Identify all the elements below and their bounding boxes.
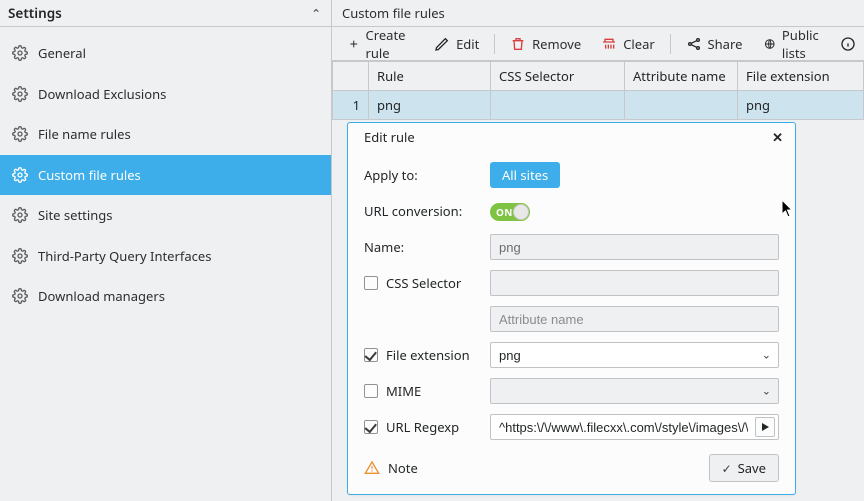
file-extension-select[interactable] (490, 342, 779, 368)
url-conversion-label: URL conversion: (364, 202, 490, 220)
gear-icon (12, 248, 28, 264)
share-button[interactable]: Share (678, 32, 751, 56)
gear-icon (12, 288, 28, 304)
sidebar-item-download-managers[interactable]: Download managers (0, 276, 331, 317)
css-selector-input[interactable] (490, 270, 779, 296)
gear-icon (12, 207, 28, 223)
file-extension-label: File extension (386, 346, 470, 364)
warning-icon (364, 460, 380, 476)
globe-icon (764, 36, 776, 52)
mime-label: MIME (386, 382, 421, 400)
trash-icon (510, 36, 526, 52)
pencil-icon (434, 36, 450, 52)
mime-select[interactable] (490, 378, 779, 404)
col-rule[interactable]: Rule (369, 62, 491, 91)
sidebar-item-label: Download Exclusions (38, 85, 166, 103)
edit-rule-dialog: Edit rule ✕ Apply to: All sites URL conv… (347, 122, 796, 495)
table-corner (333, 62, 369, 91)
toolbar-label: Clear (623, 35, 655, 53)
plus-icon (348, 36, 360, 52)
toolbar-separator (670, 34, 671, 54)
public-lists-button[interactable]: Public lists (756, 23, 836, 65)
toolbar-label: Public lists (782, 26, 828, 62)
gear-icon (12, 86, 28, 102)
collapse-sidebar-icon[interactable]: ⌄ (311, 5, 321, 22)
col-css[interactable]: CSS Selector (491, 62, 625, 91)
cell-attr[interactable] (625, 91, 738, 120)
toolbar-label: Edit (456, 35, 479, 53)
sidebar-title: Settings (8, 4, 62, 22)
gear-icon (12, 45, 28, 61)
sidebar-header: Settings ⌄ (0, 0, 331, 27)
note-area[interactable]: Note (364, 459, 418, 477)
file-extension-checkbox[interactable] (364, 348, 378, 362)
play-icon (760, 422, 770, 432)
regexp-test-button[interactable] (755, 417, 775, 437)
url-regexp-checkbox[interactable] (364, 420, 378, 434)
gear-icon (12, 126, 28, 142)
cell-ext[interactable]: png (738, 91, 864, 120)
css-selector-checkbox[interactable] (364, 276, 378, 290)
dialog-title: Edit rule (364, 128, 415, 146)
edit-button[interactable]: Edit (426, 32, 487, 56)
info-icon (840, 36, 856, 52)
sidebar-item-label: Third-Party Query Interfaces (38, 247, 211, 265)
name-input[interactable] (490, 234, 779, 260)
sidebar-item-site-settings[interactable]: Site settings (0, 195, 331, 236)
mime-checkbox[interactable] (364, 384, 378, 398)
sidebar-item-file-name-rules[interactable]: File name rules (0, 114, 331, 155)
row-number: 1 (333, 91, 369, 120)
sidebar-item-label: Site settings (38, 206, 112, 224)
check-icon: ✓ (722, 460, 732, 477)
url-conversion-toggle[interactable]: ON (490, 203, 530, 221)
col-attr[interactable]: Attribute name (625, 62, 738, 91)
info-button[interactable] (840, 36, 856, 52)
cell-rule[interactable]: png (369, 91, 491, 120)
gear-icon (12, 167, 28, 183)
note-label: Note (388, 459, 418, 477)
attribute-name-input[interactable] (490, 306, 779, 332)
rules-table: Rule CSS Selector Attribute name File ex… (332, 61, 864, 120)
sidebar-item-label: File name rules (38, 125, 131, 143)
close-icon[interactable]: ✕ (770, 128, 785, 146)
sidebar-item-label: Download managers (38, 287, 165, 305)
sidebar-item-label: General (38, 44, 86, 62)
share-icon (686, 36, 702, 52)
toolbar-label: Remove (532, 35, 581, 53)
sidebar-item-label: Custom file rules (38, 166, 141, 184)
css-selector-label: CSS Selector (386, 274, 461, 292)
save-button[interactable]: ✓ Save (709, 454, 779, 482)
sidebar-item-custom-file-rules[interactable]: Custom file rules (0, 155, 331, 196)
remove-button[interactable]: Remove (502, 32, 589, 56)
url-regexp-label: URL Regexp (386, 418, 459, 436)
toolbar-label: Create rule (366, 26, 415, 62)
toolbar: Create rule Edit Remove Clear Share (332, 27, 864, 61)
settings-sidebar: Settings ⌄ General Download Exclusions F… (0, 0, 332, 501)
table-row[interactable]: 1 png png (333, 91, 864, 120)
sidebar-item-third-party[interactable]: Third-Party Query Interfaces (0, 236, 331, 277)
toggle-knob (513, 204, 529, 220)
save-label: Save (738, 459, 766, 477)
toggle-text: ON (496, 205, 513, 219)
sidebar-item-download-exclusions[interactable]: Download Exclusions (0, 74, 331, 115)
name-label: Name: (364, 238, 490, 256)
apply-to-label: Apply to: (364, 166, 490, 184)
sidebar-item-general[interactable]: General (0, 33, 331, 74)
clear-button[interactable]: Clear (593, 32, 663, 56)
shred-icon (601, 36, 617, 52)
create-rule-button[interactable]: Create rule (340, 23, 422, 65)
apply-to-button[interactable]: All sites (490, 162, 560, 188)
cell-css[interactable] (491, 91, 625, 120)
url-regexp-input[interactable] (490, 414, 779, 440)
toolbar-label: Share (708, 35, 743, 53)
col-ext[interactable]: File extension (738, 62, 864, 91)
toolbar-separator (494, 34, 495, 54)
